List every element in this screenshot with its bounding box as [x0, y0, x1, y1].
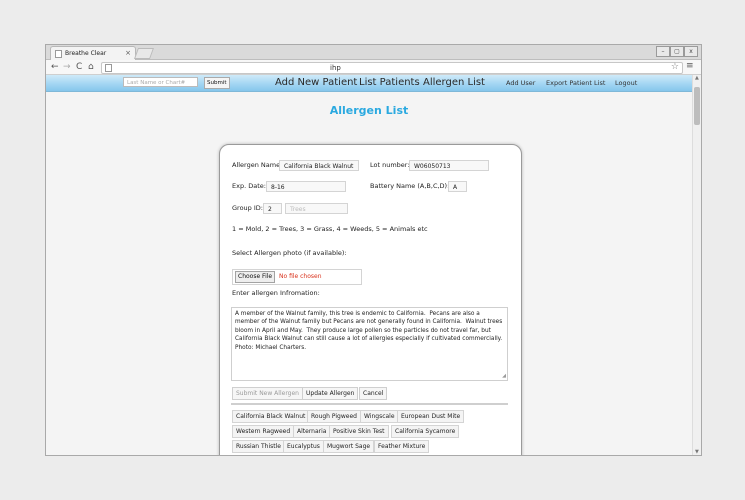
nav-add-new-patient[interactable]: Add New Patient	[275, 76, 357, 89]
group-legend: 1 = Mold, 2 = Trees, 3 = Grass, 4 = Weed…	[232, 225, 428, 233]
nav-logout[interactable]: Logout	[615, 79, 637, 87]
allergen-name-field[interactable]: California Black Walnut	[279, 160, 359, 171]
nav-export-patient-list[interactable]: Export Patient List	[546, 79, 605, 87]
home-icon[interactable]: ⌂	[88, 61, 94, 73]
allergen-chip[interactable]: Positive Skin Test	[329, 425, 389, 438]
scroll-up-icon[interactable]: ▲	[695, 75, 699, 81]
tab-title: Breathe Clear	[65, 50, 107, 57]
back-icon[interactable]: ←	[51, 61, 59, 73]
allergen-chip[interactable]: California Sycamore	[391, 425, 460, 438]
update-allergen-button[interactable]: Update Allergen	[302, 387, 359, 400]
allergen-chip[interactable]: Eucalyptus	[283, 440, 324, 453]
url-text: ihp	[330, 64, 341, 72]
allergen-chip[interactable]: Rough Pigweed	[307, 410, 361, 423]
search-submit-button[interactable]: Submit	[204, 77, 230, 89]
allergen-name-label: Allergen Name:	[232, 161, 283, 169]
info-label: Enter allergen Infromation:	[232, 289, 320, 297]
exp-date-label: Exp. Date:	[232, 182, 266, 190]
allergen-chip[interactable]	[440, 455, 510, 456]
page-title: Allergen List	[329, 104, 409, 117]
allergen-info-textarea[interactable]: A member of the Walnut family, this tree…	[231, 307, 508, 381]
new-tab-button[interactable]	[133, 48, 155, 59]
scroll-thumb[interactable]	[694, 87, 700, 125]
address-bar[interactable]: ihp ☆	[101, 62, 683, 74]
allergen-chip[interactable]	[232, 455, 314, 456]
maximize-icon[interactable]: ▢	[670, 46, 684, 57]
app-navbar: Last Name or Chart# Submit Add New Patie…	[46, 75, 692, 92]
tab-close-icon[interactable]: ×	[125, 47, 131, 60]
reload-icon[interactable]: C	[76, 61, 82, 73]
nav-list-patients[interactable]: List Patients	[359, 76, 420, 89]
photo-label: Select Allergen photo (if available):	[232, 249, 347, 257]
nav-allergen-list[interactable]: Allergen List	[423, 76, 485, 89]
allergen-chip[interactable]: California Black Walnut	[232, 410, 310, 423]
allergen-chip[interactable]: Russian Thistle	[232, 440, 285, 453]
battery-name-field[interactable]: A	[448, 181, 467, 192]
page-icon	[105, 64, 112, 72]
divider	[231, 403, 508, 405]
close-window-icon[interactable]: x	[684, 46, 698, 57]
browser-window: Breathe Clear × – ▢ x ← → C ⌂ ihp ☆ ≡ La…	[45, 44, 702, 456]
allergen-info-text: A member of the Walnut family, this tree…	[235, 311, 505, 351]
page-content: Allergen List Allergen Name: California …	[46, 92, 692, 455]
allergen-chip[interactable]: Alternaria	[293, 425, 331, 438]
nav-add-user[interactable]: Add User	[506, 79, 535, 87]
submit-new-allergen-button[interactable]: Submit New Allergen	[232, 387, 303, 400]
lot-number-label: Lot number:	[370, 161, 410, 169]
choose-file-button[interactable]: Choose File	[235, 271, 276, 283]
file-status: No file chosen	[279, 273, 322, 280]
browser-toolbar: ← → C ⌂ ihp ☆ ≡	[46, 60, 701, 75]
allergen-chip[interactable]: European Dust Mite	[397, 410, 465, 423]
exp-date-field[interactable]: 8-16	[266, 181, 346, 192]
group-id-field[interactable]: 2	[263, 203, 282, 214]
scroll-down-icon[interactable]: ▼	[695, 449, 699, 455]
search-input[interactable]: Last Name or Chart#	[123, 77, 198, 87]
allergen-chip[interactable]: Wingscale	[360, 410, 399, 423]
allergen-chip[interactable]: Feather Mixture	[374, 440, 430, 453]
browser-tab[interactable]: Breathe Clear ×	[50, 46, 136, 60]
menu-icon[interactable]: ≡	[686, 61, 694, 71]
group-id-label: Group ID:	[232, 204, 263, 212]
battery-name-label: Battery Name (A,B,C,D):	[370, 182, 450, 190]
scrollbar[interactable]: ▲ ▼	[692, 75, 701, 455]
star-icon[interactable]: ☆	[671, 62, 679, 72]
allergen-form-card: Allergen Name: California Black Walnut L…	[219, 144, 522, 456]
allergen-chip[interactable]: Mugwort Sage	[323, 440, 375, 453]
minimize-icon[interactable]: –	[656, 46, 670, 57]
cancel-button[interactable]: Cancel	[359, 387, 388, 400]
file-input[interactable]: Choose File No file chosen	[232, 269, 362, 285]
allergen-chip[interactable]: Western Ragweed	[232, 425, 295, 438]
group-name-field[interactable]: Trees	[285, 203, 348, 214]
page-icon	[55, 50, 62, 58]
forward-icon[interactable]: →	[63, 61, 71, 73]
tab-strip: Breathe Clear × – ▢ x	[46, 45, 701, 60]
lot-number-field[interactable]: W06050713	[409, 160, 489, 171]
resize-grip-icon[interactable]: ◢	[502, 372, 506, 380]
